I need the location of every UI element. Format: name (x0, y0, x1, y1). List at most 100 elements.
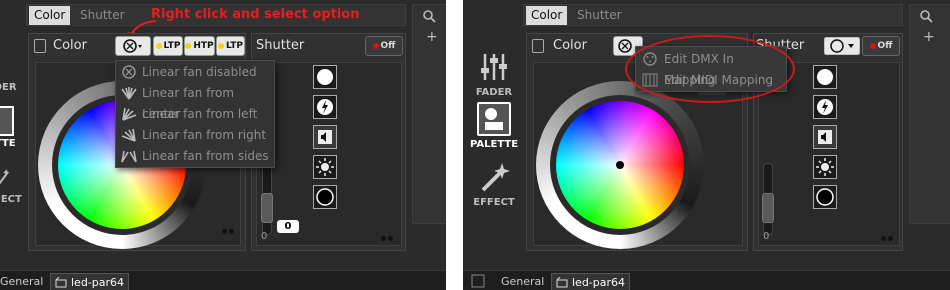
lamp-button-2[interactable] (813, 155, 837, 179)
bottom-tab-bar: General led-par64 (0, 270, 446, 290)
speaker-icon-2 (818, 130, 832, 144)
menu-item-fan-sides[interactable]: Linear fan from sides (116, 146, 274, 167)
shutter-off-button-2[interactable]: Off (862, 36, 900, 56)
bottom-tab-fixture-2[interactable]: led-par64 (551, 273, 631, 290)
strobe-icon (317, 99, 333, 115)
menu-label-fan-left: Linear fan from left (142, 107, 258, 121)
bottom-tab-fixture-label: led-par64 (71, 276, 125, 289)
fader-zero-label: 0 (261, 231, 268, 242)
lamp-icon (316, 158, 334, 176)
shutter-open-button-2[interactable] (813, 65, 837, 89)
color-panel-title: Color (53, 38, 87, 53)
wheel-selector[interactable] (616, 161, 624, 169)
sound-button-2[interactable] (813, 125, 837, 149)
bottom-tab-general[interactable]: General (0, 273, 47, 290)
ltp-label-1: LTP (163, 41, 181, 51)
shutter-panel-title: Shutter (256, 38, 305, 53)
ltp-dot-icon (155, 42, 162, 49)
closed-button[interactable] (313, 185, 337, 209)
sound-button[interactable] (313, 125, 337, 149)
svg-text:✦: ✦ (2, 168, 10, 179)
add-icon-2[interactable]: + (923, 29, 935, 45)
effect-icon-2 (481, 163, 510, 192)
shutter-fan-icon[interactable] (824, 37, 860, 55)
shutter-value[interactable]: 0 (277, 220, 299, 233)
screenshot-left: Color Shutter Right click and select opt… (0, 0, 446, 290)
left-rail-2: FADER PALETTE EFFECT (463, 30, 525, 270)
circle-closed-icon-2 (816, 188, 834, 206)
fader-zero-label-2: 0 (763, 231, 770, 242)
circle-closed-icon (316, 188, 334, 206)
bottom-tab-fixture-label-2: led-par64 (572, 276, 626, 289)
fan-mode-button[interactable] (115, 36, 151, 56)
color-panel-header: Color LTP HTP LTP (29, 34, 245, 58)
circle-open-icon (317, 69, 333, 85)
shutter-panel-header: Shutter Off (252, 34, 405, 58)
tab-color[interactable]: Color (29, 6, 71, 25)
fan-center-icon (121, 87, 137, 100)
ltp-button-2[interactable]: LTP (216, 36, 245, 56)
fixture-add-icon[interactable] (471, 274, 485, 288)
strobe-button[interactable] (313, 95, 337, 119)
shutter-open-button[interactable] (313, 65, 337, 89)
rail-palette-2[interactable]: PALETTE (463, 102, 525, 150)
ltp-button-1[interactable]: LTP (153, 36, 183, 56)
shutter-fader-knob-2[interactable] (762, 193, 774, 223)
fixture-icon (55, 277, 67, 288)
off-dot-icon (372, 42, 379, 49)
lamp-icon-2 (816, 158, 834, 176)
strobe-icon-2 (817, 99, 833, 115)
htp-button[interactable]: HTP (184, 36, 215, 56)
rail-palette-label-2: PALETTE (469, 139, 519, 150)
color-panel-icon-2 (532, 39, 544, 53)
rail-fader-label-2: FADER (475, 87, 513, 98)
more-dots-icon-shutter-2[interactable] (881, 236, 895, 242)
menu-item-fan-disabled[interactable]: Linear fan disabled (116, 62, 274, 83)
rail-effect-2[interactable]: EFFECT (463, 160, 525, 208)
menu-item-fan-left[interactable]: Linear fan from left (116, 104, 274, 125)
off-dot-icon-2 (869, 42, 876, 49)
fader-icon (481, 54, 507, 80)
palette-icon-2 (477, 102, 511, 136)
zoom-icon[interactable] (422, 9, 436, 23)
menu-label-fan-disabled: Linear fan disabled (142, 65, 257, 79)
speaker-icon (318, 130, 332, 144)
tab-color-2[interactable]: Color (526, 6, 568, 25)
effect-icon: ✦ (0, 168, 10, 185)
screenshot-right: Color Shutter + FADER PALETTE EFFECT Col… (463, 0, 950, 290)
shutter-fader-knob[interactable] (261, 193, 273, 223)
fan-sides-icon (121, 150, 137, 163)
more-dots-icon[interactable] (222, 229, 236, 235)
fixture-icon-2 (556, 277, 568, 288)
bottom-tab-fixture[interactable]: led-par64 (50, 273, 130, 290)
strobe-button-2[interactable] (813, 95, 837, 119)
rail-effect-label-2: EFFECT (473, 197, 515, 208)
rail-fader-2[interactable]: FADER (463, 50, 525, 98)
rail-effect-label: FECT (0, 194, 22, 205)
menu-item-fan-center[interactable]: Linear fan from center (116, 83, 274, 121)
fan-icon (123, 38, 142, 53)
zoom-icon-2[interactable] (919, 9, 933, 23)
shutter-area: 0 0 (256, 62, 402, 246)
bottom-tab-general-2[interactable]: General (497, 273, 548, 290)
add-icon[interactable]: + (426, 29, 438, 45)
fan-left-icon (122, 107, 137, 121)
color-panel-title-2: Color (553, 38, 587, 53)
htp-label: HTP (193, 41, 214, 51)
bottom-tab-bar-2: General led-par64 (463, 270, 950, 290)
shutter-off-button[interactable]: Off (365, 36, 403, 56)
circle-open-icon-2 (817, 69, 833, 85)
ltp-dot-icon-2 (218, 42, 224, 49)
tab-shutter-2[interactable]: Shutter (572, 6, 627, 25)
closed-button-2[interactable] (813, 185, 837, 209)
menu-item-fan-right[interactable]: Linear fan from right (116, 125, 274, 146)
annotation-text: Right click and select option (151, 7, 360, 22)
zoom-panel-2: + (909, 4, 950, 224)
fan-right-icon (121, 128, 136, 142)
highlight-ellipse (625, 35, 795, 103)
ltp-label-2: LTP (226, 41, 243, 51)
palette-glyph (485, 108, 503, 130)
rail-palette-label: ETTE (0, 138, 16, 149)
lamp-button[interactable] (313, 155, 337, 179)
more-dots-icon-shutter[interactable] (381, 236, 395, 242)
